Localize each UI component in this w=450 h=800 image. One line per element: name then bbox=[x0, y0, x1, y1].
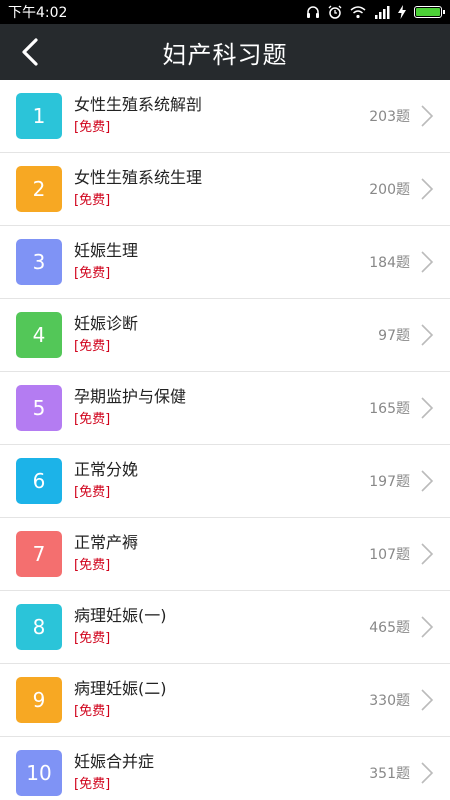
free-tag: [免费] bbox=[74, 631, 111, 646]
chapter-title: 女性生殖系统生理 bbox=[74, 168, 203, 187]
status-bar: 下午4:02 bbox=[0, 0, 450, 24]
chevron-right-icon bbox=[421, 543, 434, 565]
page-title: 妇产科习题 bbox=[162, 40, 288, 69]
list-item[interactable]: 8 病理妊娠(一) [免费] 465题 bbox=[0, 591, 450, 664]
app-header: 妇产科习题 bbox=[0, 24, 450, 80]
chapter-number-badge: 7 bbox=[16, 531, 62, 577]
chevron-right-icon bbox=[421, 324, 434, 346]
free-tag: [免费] bbox=[74, 120, 111, 135]
list-item[interactable]: 3 妊娠生理 [免费] 184题 bbox=[0, 226, 450, 299]
question-count: 97题 bbox=[378, 328, 410, 344]
headphones-icon bbox=[307, 6, 319, 18]
question-count: 200题 bbox=[369, 182, 410, 198]
chapter-number-badge: 1 bbox=[16, 93, 62, 139]
chapter-number-badge: 2 bbox=[16, 166, 62, 212]
question-count: 351题 bbox=[369, 766, 410, 782]
free-tag: [免费] bbox=[74, 193, 111, 208]
alarm-icon bbox=[328, 5, 342, 19]
battery-icon bbox=[414, 6, 445, 18]
chapter-info: 病理妊娠(二) [免费] bbox=[74, 678, 369, 722]
chapter-title: 病理妊娠(一) bbox=[74, 606, 167, 625]
list-item[interactable]: 4 妊娠诊断 [免费] 97题 bbox=[0, 299, 450, 372]
list-item[interactable]: 6 正常分娩 [免费] 197题 bbox=[0, 445, 450, 518]
chapter-title: 妊娠诊断 bbox=[74, 314, 139, 333]
question-count: 465题 bbox=[369, 620, 410, 636]
free-tag: [免费] bbox=[74, 266, 111, 281]
free-tag: [免费] bbox=[74, 412, 111, 427]
list-item[interactable]: 2 女性生殖系统生理 [免费] 200题 bbox=[0, 153, 450, 226]
charging-icon bbox=[398, 5, 406, 19]
status-icons bbox=[306, 5, 445, 19]
list-item[interactable]: 9 病理妊娠(二) [免费] 330题 bbox=[0, 664, 450, 737]
chapter-title: 正常产褥 bbox=[74, 533, 139, 552]
back-button[interactable] bbox=[10, 32, 50, 72]
list-item[interactable]: 1 女性生殖系统解剖 [免费] 203题 bbox=[0, 80, 450, 153]
chapter-title: 女性生殖系统解剖 bbox=[74, 95, 203, 114]
chapter-info: 妊娠合并症 [免费] bbox=[74, 751, 369, 795]
question-count: 203题 bbox=[369, 109, 410, 125]
chevron-right-icon bbox=[421, 397, 434, 419]
chapter-number-badge: 5 bbox=[16, 385, 62, 431]
chevron-right-icon bbox=[421, 470, 434, 492]
chevron-right-icon bbox=[421, 105, 434, 127]
chapter-number-badge: 4 bbox=[16, 312, 62, 358]
free-tag: [免费] bbox=[74, 485, 111, 500]
free-tag: [免费] bbox=[74, 558, 111, 573]
chevron-right-icon bbox=[421, 251, 434, 273]
chevron-right-icon bbox=[421, 762, 434, 784]
chapter-number-badge: 10 bbox=[16, 750, 62, 796]
question-count: 107题 bbox=[369, 547, 410, 563]
chapter-number-badge: 9 bbox=[16, 677, 62, 723]
chapter-info: 孕期监护与保健 [免费] bbox=[74, 386, 369, 430]
chevron-right-icon bbox=[421, 689, 434, 711]
status-time: 下午4:02 bbox=[8, 5, 68, 21]
chapter-info: 妊娠生理 [免费] bbox=[74, 240, 369, 284]
chapter-list: 1 女性生殖系统解剖 [免费] 203题 2 女性生殖系统生理 [免费] 200… bbox=[0, 80, 450, 800]
chevron-right-icon bbox=[421, 178, 434, 200]
chapter-info: 女性生殖系统生理 [免费] bbox=[74, 167, 369, 211]
list-item[interactable]: 7 正常产褥 [免费] 107题 bbox=[0, 518, 450, 591]
question-count: 197题 bbox=[369, 474, 410, 490]
free-tag: [免费] bbox=[74, 339, 111, 354]
chapter-info: 妊娠诊断 [免费] bbox=[74, 313, 378, 357]
free-tag: [免费] bbox=[74, 777, 111, 792]
list-item[interactable]: 5 孕期监护与保健 [免费] 165题 bbox=[0, 372, 450, 445]
wifi-icon bbox=[350, 6, 366, 19]
chapter-number-badge: 6 bbox=[16, 458, 62, 504]
chapter-title: 孕期监护与保健 bbox=[74, 387, 187, 406]
chapter-info: 病理妊娠(一) [免费] bbox=[74, 605, 369, 649]
chapter-title: 妊娠合并症 bbox=[74, 752, 155, 771]
question-count: 165题 bbox=[369, 401, 410, 417]
back-arrow-icon bbox=[22, 38, 38, 66]
list-item[interactable]: 10 妊娠合并症 [免费] 351题 bbox=[0, 737, 450, 800]
battery-fill bbox=[416, 8, 440, 16]
signal-icon bbox=[375, 6, 390, 19]
chevron-right-icon bbox=[421, 616, 434, 638]
chapter-title: 妊娠生理 bbox=[74, 241, 139, 260]
chapter-number-badge: 8 bbox=[16, 604, 62, 650]
free-tag: [免费] bbox=[74, 704, 111, 719]
chapter-title: 正常分娩 bbox=[74, 460, 139, 479]
question-count: 330题 bbox=[369, 693, 410, 709]
question-count: 184题 bbox=[369, 255, 410, 271]
chapter-info: 正常产褥 [免费] bbox=[74, 532, 369, 576]
chapter-info: 女性生殖系统解剖 [免费] bbox=[74, 94, 369, 138]
chapter-info: 正常分娩 [免费] bbox=[74, 459, 369, 503]
chapter-number-badge: 3 bbox=[16, 239, 62, 285]
chapter-title: 病理妊娠(二) bbox=[74, 679, 167, 698]
